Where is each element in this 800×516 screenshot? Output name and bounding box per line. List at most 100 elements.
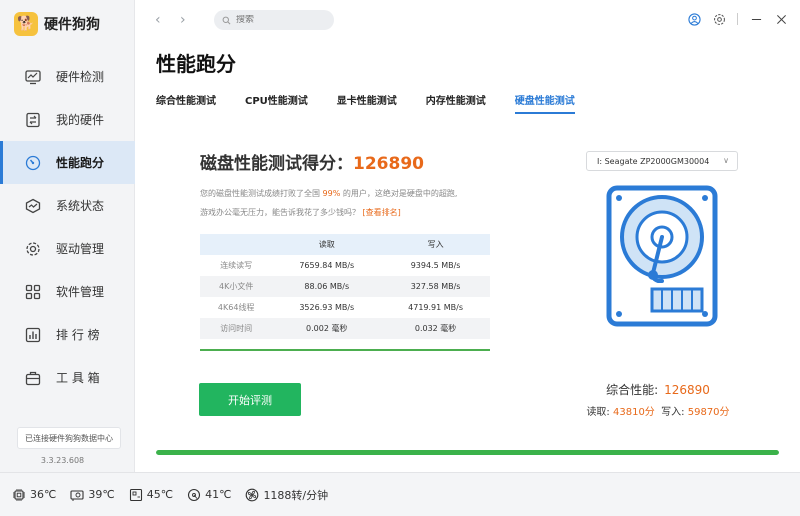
sidebar-item-label: 软件管理: [56, 285, 105, 299]
brand: 🐕 硬件狗狗: [14, 12, 100, 36]
benchmark-progress-bar: [156, 450, 779, 455]
board-temp-icon: [129, 488, 142, 501]
settings-icon[interactable]: [712, 12, 726, 26]
row-label: 连续读写: [220, 261, 253, 270]
page-title: 性能跑分: [156, 52, 236, 76]
tab-memory-test[interactable]: 内存性能测试: [426, 92, 486, 114]
forward-arrow-icon[interactable]: ›: [180, 12, 186, 28]
table-header: 写入: [381, 234, 490, 255]
disk-score-value: 126890: [353, 154, 424, 174]
table-row: 连续读写 7659.84 MB/s 9394.5 MB/s: [200, 255, 490, 276]
sidebar-item-label: 工 具 箱: [56, 371, 100, 385]
benchmark-tabs: 综合性能测试 CPU性能测试 显卡性能测试 内存性能测试 硬盘性能测试: [156, 92, 575, 114]
gpu-temp-stat: 39℃: [70, 488, 115, 502]
board-temp-value: 45℃: [146, 488, 174, 501]
disk-temp-stat: 41℃: [187, 488, 231, 502]
desc-text: 的用户，这绝对是硬盘中的超跑,: [340, 189, 458, 198]
fan-icon: [246, 488, 259, 501]
toolbox-icon: [25, 371, 41, 385]
tab-cpu-test[interactable]: CPU性能测试: [245, 92, 308, 114]
speedometer-icon: [25, 155, 41, 170]
window-controls: [687, 12, 788, 26]
write-value: 4719.91 MB/s: [408, 303, 464, 312]
write-value: 9394.5 MB/s: [410, 261, 461, 270]
disk-score-heading: 磁盘性能测试得分：126890: [200, 149, 424, 174]
row-label: 4K64线程: [217, 303, 255, 312]
sidebar-item-system-status[interactable]: 系统状态: [0, 184, 135, 227]
table-bottom-divider: [200, 349, 490, 351]
overall-label: 综合性能:: [606, 383, 659, 397]
row-label: 4K小文件: [200, 276, 273, 297]
write-label: 写入:: [661, 407, 685, 418]
sidebar: 🐕 硬件狗狗 硬件检测 我的硬件 性能跑分 系统状态 驱动管理 软件管理 排 行…: [0, 0, 135, 472]
sidebar-nav: 硬件检测 我的硬件 性能跑分 系统状态 驱动管理 软件管理 排 行 榜 工 具: [0, 55, 135, 399]
drive-select[interactable]: I: Seagate ZP2000GM30004 ∨: [586, 151, 738, 171]
search-input[interactable]: [236, 15, 324, 25]
tab-overall-test[interactable]: 综合性能测试: [156, 92, 216, 114]
view-ranking-link[interactable]: [查看排名]: [363, 208, 401, 217]
read-value: 0.002 毫秒: [272, 318, 382, 339]
system-status-icon: [25, 198, 41, 213]
row-label: 访问时间: [200, 318, 273, 339]
sync-status-badge[interactable]: 已连接硬件狗狗数据中心: [17, 427, 121, 449]
tab-gpu-test[interactable]: 显卡性能测试: [337, 92, 397, 114]
read-value: 7659.84 MB/s: [299, 261, 355, 270]
write-value: 327.58 MB/s: [381, 276, 490, 297]
ranking-icon: [25, 327, 41, 342]
table-row: 访问时间 0.002 毫秒 0.032 毫秒: [200, 318, 490, 339]
gpu-temp-icon: [70, 489, 84, 501]
overall-value: 126890: [664, 383, 710, 397]
gear-icon: [26, 241, 40, 256]
read-write-score-line: 读取: 43810分 写入: 59870分: [572, 403, 744, 418]
read-value: 3526.93 MB/s: [299, 303, 355, 312]
benchmark-table: 读取 写入 连续读写 7659.84 MB/s 9394.5 MB/s 4K小文…: [200, 234, 490, 339]
search-box[interactable]: [214, 10, 334, 30]
sidebar-item-toolbox[interactable]: 工 具 箱: [0, 356, 135, 399]
minimize-icon[interactable]: [749, 12, 763, 26]
read-label: 读取:: [586, 407, 610, 418]
app-version: 3.3.23.608: [40, 456, 85, 465]
start-benchmark-button[interactable]: 开始评测: [199, 383, 301, 416]
apps-icon: [25, 284, 41, 299]
disk-temp-icon: [188, 488, 201, 501]
back-arrow-icon[interactable]: ‹: [155, 12, 161, 28]
monitor-chart-icon: [25, 69, 41, 84]
toolbar-divider: [737, 13, 738, 25]
chevron-down-icon: ∨: [723, 156, 729, 165]
table-header-row: 读取 写入: [200, 234, 490, 255]
close-icon[interactable]: [774, 12, 788, 26]
cpu-temp-icon: [13, 488, 25, 501]
beat-percentage: 99%: [322, 189, 341, 198]
fan-speed-stat: 1188转/分钟: [245, 487, 328, 503]
user-icon[interactable]: [687, 12, 701, 26]
sidebar-item-hardware-detect[interactable]: 硬件检测: [0, 55, 135, 98]
sidebar-item-ranking[interactable]: 排 行 榜: [0, 313, 135, 356]
sidebar-item-label: 排 行 榜: [56, 328, 100, 342]
score-summary: 综合性能: 126890 读取: 43810分 写入: 59870分: [572, 381, 744, 418]
sidebar-item-label: 我的硬件: [56, 113, 105, 127]
read-score: 43810分: [613, 407, 655, 418]
desc-text: 游戏办公毫无压力，能告诉我花了多少钱吗？: [200, 208, 360, 217]
score-description: 您的磁盘性能测试成绩打败了全国 99% 的用户，这绝对是硬盘中的超跑, 游戏办公…: [200, 184, 500, 222]
table-row: 4K64线程 3526.93 MB/s 4719.91 MB/s: [200, 297, 490, 318]
desc-text: 您的磁盘性能测试成绩打败了全国: [200, 189, 323, 198]
sidebar-item-driver-management[interactable]: 驱动管理: [0, 227, 135, 270]
sidebar-item-label: 性能跑分: [56, 156, 105, 170]
gpu-temp-value: 39℃: [88, 488, 115, 501]
board-temp-stat: 45℃: [129, 488, 173, 502]
tab-disk-test[interactable]: 硬盘性能测试: [514, 92, 575, 114]
cpu-temp-value: 36℃: [30, 488, 57, 501]
sidebar-item-software-management[interactable]: 软件管理: [0, 270, 135, 313]
status-bar: 36℃ 39℃ 45℃ 41℃ 1188转/分钟: [0, 472, 800, 516]
sidebar-item-label: 系统状态: [56, 199, 105, 213]
app-name: 硬件狗狗: [44, 17, 100, 33]
sidebar-item-label: 驱动管理: [56, 242, 105, 256]
topbar: ‹ ›: [135, 0, 800, 40]
sidebar-item-benchmark[interactable]: 性能跑分: [0, 141, 135, 184]
overall-score-line: 综合性能: 126890: [572, 381, 744, 398]
write-score: 59870分: [687, 407, 730, 418]
sidebar-item-my-hardware[interactable]: 我的硬件: [0, 98, 135, 141]
progress-fill: [156, 450, 779, 455]
drive-select-value: I: Seagate ZP2000GM30004: [597, 156, 710, 166]
fan-speed-value: 1188转/分钟: [263, 488, 329, 502]
